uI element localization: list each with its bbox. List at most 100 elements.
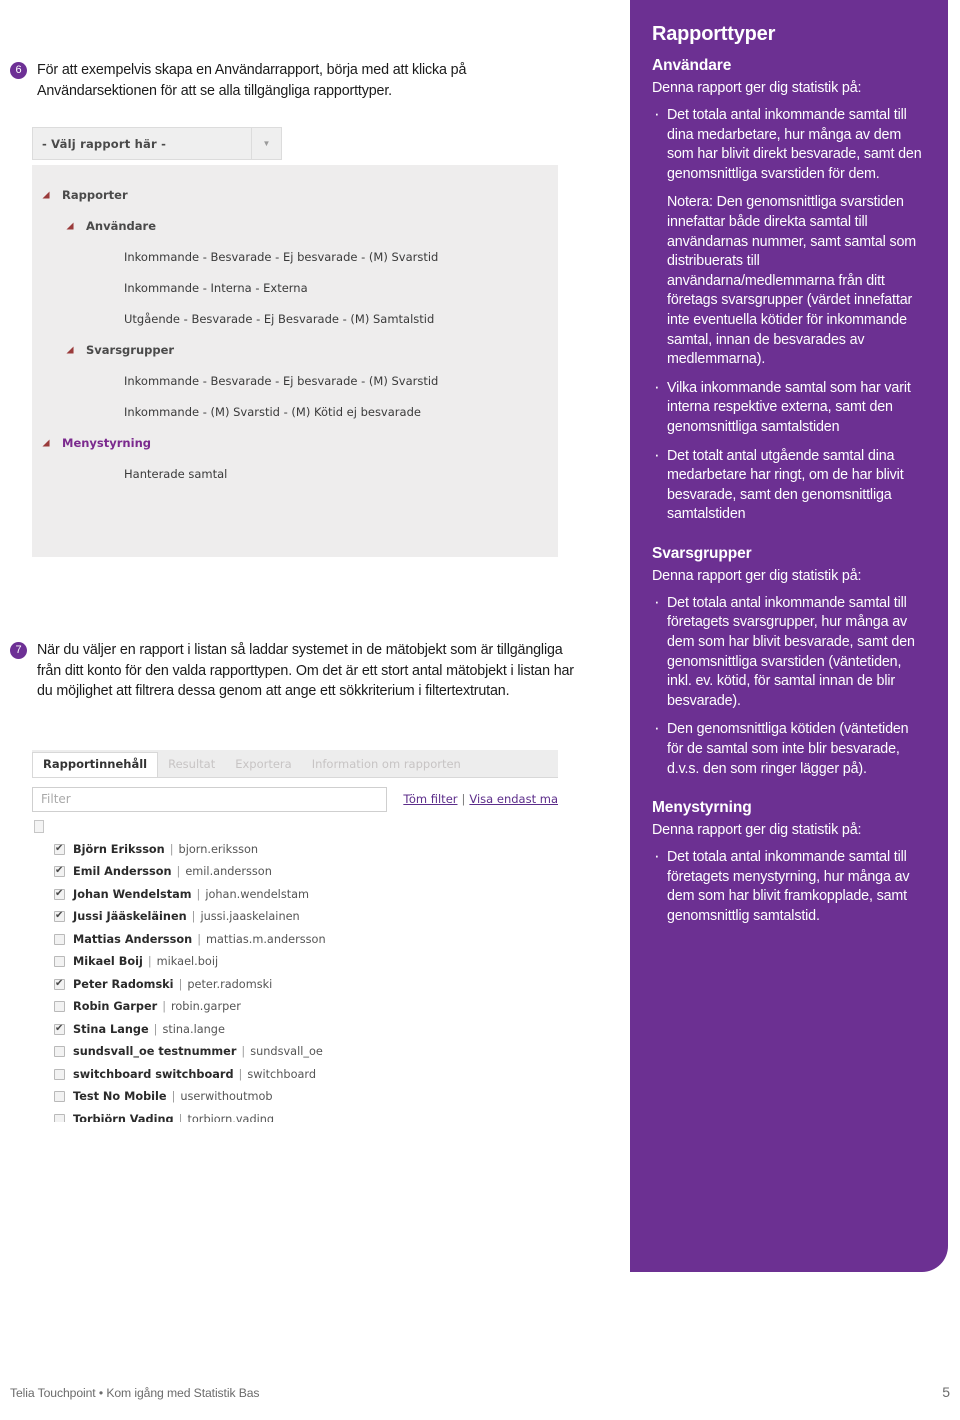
tree-node[interactable]: Svarsgrupper	[32, 334, 558, 365]
tab-3[interactable]: Exportera	[225, 753, 302, 777]
sidebar-bullet: Det totalt antal utgående samtal dina me…	[652, 444, 926, 525]
user-separator: |	[178, 1112, 183, 1122]
user-login: stina.lange	[162, 1022, 225, 1036]
list-item[interactable]: Peter Radomski | peter.radomski	[32, 973, 558, 996]
tree-node[interactable]: Rapporter	[32, 179, 558, 210]
sidebar-section: Svarsgrupper Denna rapport ger dig statis…	[652, 543, 926, 779]
list-item[interactable]: sundsvall_oe testnummer | sundsvall_oe	[32, 1041, 558, 1064]
filter-input[interactable]: Filter	[32, 786, 388, 812]
user-name: Robin Garper	[73, 1000, 158, 1014]
tree-node-label: Användare	[86, 218, 156, 233]
user-name: switchboard switchboard	[73, 1067, 234, 1081]
user-login: mikael.boij	[156, 955, 219, 969]
user-separator: |	[153, 1022, 158, 1036]
user-separator: |	[178, 977, 183, 991]
list-item[interactable]: Test No Mobile | userwithoutmob	[32, 1086, 558, 1109]
filter-row: Filter Töm filter | Visa endast ma	[32, 786, 558, 812]
select-all-checkbox[interactable]	[34, 820, 44, 833]
report-select-dropdown[interactable]: - Välj rapport här - ▼	[32, 127, 282, 160]
expand-arrow-icon[interactable]	[70, 221, 79, 230]
show-only-marked-link[interactable]: Visa endast ma	[469, 792, 558, 806]
user-separator: |	[171, 1090, 176, 1104]
list-item[interactable]: Mattias Andersson | mattias.m.andersson	[32, 928, 558, 951]
user-name: Stina Lange	[73, 1022, 149, 1036]
user-checkbox[interactable]	[54, 933, 65, 945]
sidebar-section-subheading: Denna rapport ger dig statistik på:	[652, 822, 862, 839]
user-name: Test No Mobile	[73, 1090, 167, 1104]
sidebar-section-heading: Svarsgrupper	[652, 544, 752, 562]
tab-1[interactable]: Rapportinnehåll	[32, 752, 159, 777]
tree-node[interactable]: Inkommande - (M) Svarstid - (M) Kötid ej…	[32, 396, 558, 427]
user-login: sundsvall_oe	[250, 1045, 323, 1059]
user-checkbox[interactable]	[54, 956, 65, 968]
sidebar-bullet-list: Det totala antal inkommande samtal till …	[652, 104, 926, 525]
tree-node[interactable]: Utgående - Besvarade - Ej Besvarade - (M…	[32, 303, 558, 334]
user-login: switchboard	[247, 1067, 317, 1081]
user-checkbox[interactable]	[54, 977, 65, 990]
sidebar-bullet: Notera: Den genomsnittliga svarstiden in…	[667, 194, 917, 368]
tree-node-label: Inkommande - Interna - Externa	[124, 280, 308, 295]
sidebar-sections: Användare Denna rapport ger dig statistik…	[652, 55, 926, 927]
list-item[interactable]: Stina Lange | stina.lange	[32, 1018, 558, 1041]
page-number: 5	[942, 1384, 950, 1400]
step-number-badge: 6	[10, 62, 27, 79]
list-item[interactable]: Johan Wendelstam | johan.wendelstam	[32, 883, 558, 906]
user-separator: |	[197, 932, 201, 946]
report-select-label: - Välj rapport här -	[42, 136, 167, 151]
user-login: torbjorn.vading	[187, 1112, 275, 1122]
user-checkbox[interactable]	[54, 1091, 65, 1103]
user-checkbox[interactable]	[54, 887, 65, 900]
step-7: 7 När du väljer en rapport i listan så l…	[10, 640, 580, 702]
list-item[interactable]: Emil Andersson | emil.andersson	[32, 861, 558, 884]
step-7-text: När du väljer en rapport i listan så lad…	[37, 642, 574, 699]
sidebar-section-subheading: Denna rapport ger dig statistik på:	[652, 80, 862, 96]
sidebar-section-heading: Användare	[652, 57, 732, 74]
list-item[interactable]: Jussi Jääskeläinen | jussi.jaaskelainen	[32, 906, 558, 929]
user-checkbox[interactable]	[54, 909, 65, 923]
user-checkbox[interactable]	[54, 864, 65, 878]
tree-node[interactable]: Hanterade samtal	[32, 458, 558, 489]
tree-node[interactable]: Menystyrning	[32, 427, 558, 458]
tree-node[interactable]: Inkommande - Besvarade - Ej besvarade - …	[32, 241, 558, 272]
sidebar-section: Menystyrning Denna rapport ger dig statis…	[652, 797, 926, 926]
tree-node-label: Utgående - Besvarade - Ej Besvarade - (M…	[124, 311, 435, 326]
expand-arrow-icon[interactable]	[46, 190, 55, 199]
expand-arrow-icon[interactable]	[70, 345, 79, 354]
sidebar-title: Rapporttyper	[652, 23, 776, 45]
user-list: Björn Eriksson | bjorn.eriksson Emil Anders…	[32, 838, 558, 1122]
tree-node[interactable]: Användare	[32, 210, 558, 241]
list-item[interactable]: Robin Garper | robin.garper	[32, 996, 558, 1019]
user-separator: |	[191, 910, 196, 924]
user-checkbox[interactable]	[54, 842, 65, 855]
user-checkbox[interactable]	[54, 1022, 65, 1035]
list-item[interactable]: switchboard switchboard | switchboard	[32, 1063, 558, 1086]
user-name: Emil Andersson	[73, 865, 172, 879]
tab-4[interactable]: Information om rapporten	[302, 753, 471, 777]
chevron-down-icon[interactable]: ▼	[251, 128, 281, 159]
user-name: sundsvall_oe testnummer	[73, 1045, 237, 1059]
sidebar-bullet: Vilka inkommande samtal som har varit in…	[652, 377, 926, 438]
expand-arrow-icon[interactable]	[46, 438, 55, 447]
user-checkbox[interactable]	[54, 1001, 65, 1013]
tab-2[interactable]: Resultat	[158, 753, 225, 777]
list-item[interactable]: Torbjörn Vading | torbjorn.vading	[32, 1108, 558, 1122]
tree-node[interactable]: Inkommande - Interna - Externa	[32, 272, 558, 303]
user-login: userwithoutmob	[180, 1090, 273, 1104]
user-name: Björn Eriksson	[73, 842, 165, 856]
user-checkbox[interactable]	[54, 1046, 65, 1058]
sidebar-section: Användare Denna rapport ger dig statistik…	[652, 55, 926, 525]
user-checkbox[interactable]	[54, 1113, 65, 1122]
step-6-text: För att exempelvis skapa en Användarrapp…	[37, 62, 467, 99]
sidebar-section-heading: Menystyrning	[652, 799, 752, 817]
list-item[interactable]: Björn Eriksson | bjorn.eriksson	[32, 838, 558, 861]
user-login: jussi.jaaskelainen	[200, 910, 300, 924]
clear-filter-link[interactable]: Töm filter	[403, 792, 457, 806]
user-checkbox[interactable]	[54, 1068, 65, 1080]
sidebar-bullet-list: Det totala antal inkommande samtal till …	[652, 592, 926, 779]
tree-node[interactable]: Inkommande - Besvarade - Ej besvarade - …	[32, 365, 558, 396]
user-name: Mikael Boij	[73, 955, 143, 969]
user-login: bjorn.eriksson	[178, 842, 259, 856]
list-item[interactable]: Mikael Boij | mikael.boij	[32, 951, 558, 974]
sidebar-bullet: Den genomsnittliga kötiden (väntetiden f…	[652, 718, 926, 779]
user-name: Johan Wendelstam	[73, 887, 192, 901]
